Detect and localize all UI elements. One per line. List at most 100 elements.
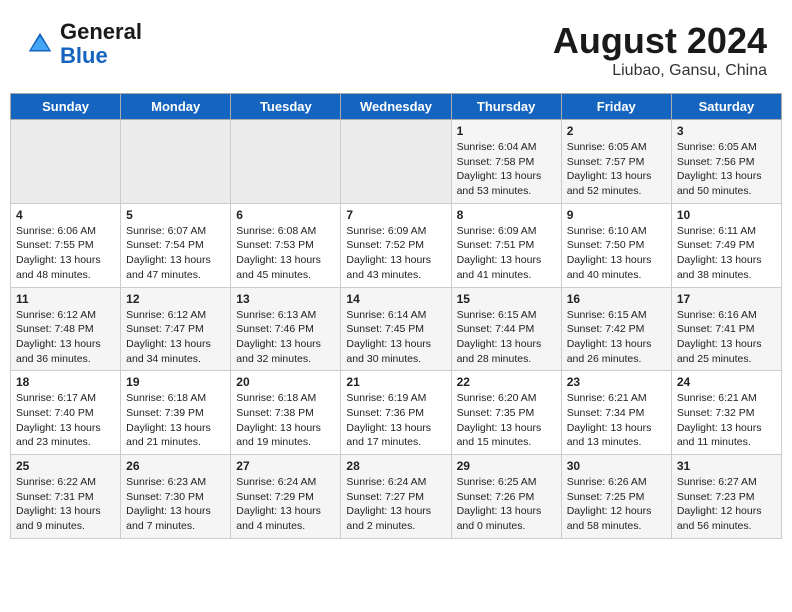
day-info-line: Sunset: 7:53 PM — [236, 239, 314, 251]
day-number: 17 — [677, 292, 776, 306]
day-number: 10 — [677, 208, 776, 222]
day-info-line: Sunset: 7:34 PM — [567, 407, 645, 419]
calendar-header-row: SundayMondayTuesdayWednesdayThursdayFrid… — [11, 94, 782, 120]
calendar-week-row: 4Sunrise: 6:06 AMSunset: 7:55 PMDaylight… — [11, 203, 782, 287]
day-info-line: Daylight: 13 hours — [236, 254, 321, 266]
day-info-line: and 21 minutes. — [126, 436, 201, 448]
day-number: 20 — [236, 375, 335, 389]
day-info: Sunrise: 6:21 AMSunset: 7:32 PMDaylight:… — [677, 391, 776, 450]
calendar-title: August 2024 — [553, 20, 767, 62]
calendar-day-header: Sunday — [11, 94, 121, 120]
day-info-line: Sunset: 7:32 PM — [677, 407, 755, 419]
day-info-line: and 26 minutes. — [567, 353, 642, 365]
day-info-line: Daylight: 13 hours — [126, 254, 211, 266]
day-info-line: Sunrise: 6:19 AM — [346, 392, 426, 404]
day-number: 24 — [677, 375, 776, 389]
day-info-line: Sunrise: 6:13 AM — [236, 309, 316, 321]
day-info-line: Daylight: 13 hours — [567, 254, 652, 266]
day-number: 13 — [236, 292, 335, 306]
day-info-line: and 23 minutes. — [16, 436, 91, 448]
day-info-line: Sunrise: 6:04 AM — [457, 141, 537, 153]
day-info-line: Daylight: 13 hours — [126, 422, 211, 434]
day-info-line: Sunset: 7:50 PM — [567, 239, 645, 251]
day-info-line: Sunset: 7:42 PM — [567, 323, 645, 335]
day-info: Sunrise: 6:18 AMSunset: 7:39 PMDaylight:… — [126, 391, 225, 450]
day-info: Sunrise: 6:24 AMSunset: 7:27 PMDaylight:… — [346, 475, 445, 534]
day-info-line: Sunset: 7:30 PM — [126, 491, 204, 503]
day-info: Sunrise: 6:22 AMSunset: 7:31 PMDaylight:… — [16, 475, 115, 534]
calendar-day-cell: 31Sunrise: 6:27 AMSunset: 7:23 PMDayligh… — [671, 455, 781, 539]
day-info-line: Daylight: 13 hours — [457, 170, 542, 182]
day-info-line: Sunset: 7:48 PM — [16, 323, 94, 335]
day-number: 6 — [236, 208, 335, 222]
calendar-day-cell: 2Sunrise: 6:05 AMSunset: 7:57 PMDaylight… — [561, 120, 671, 204]
calendar-day-cell: 11Sunrise: 6:12 AMSunset: 7:48 PMDayligh… — [11, 287, 121, 371]
day-info-line: and 56 minutes. — [677, 520, 752, 532]
day-info-line: Sunset: 7:41 PM — [677, 323, 755, 335]
day-info-line: and 34 minutes. — [126, 353, 201, 365]
day-info-line: and 38 minutes. — [677, 269, 752, 281]
day-info: Sunrise: 6:05 AMSunset: 7:57 PMDaylight:… — [567, 140, 666, 199]
calendar-day-header: Saturday — [671, 94, 781, 120]
day-info-line: Daylight: 13 hours — [16, 422, 101, 434]
day-number: 23 — [567, 375, 666, 389]
day-info-line: Sunrise: 6:21 AM — [677, 392, 757, 404]
day-info-line: and 0 minutes. — [457, 520, 526, 532]
day-info-line: Sunset: 7:49 PM — [677, 239, 755, 251]
day-number: 28 — [346, 459, 445, 473]
calendar-day-cell: 14Sunrise: 6:14 AMSunset: 7:45 PMDayligh… — [341, 287, 451, 371]
day-number: 1 — [457, 124, 556, 138]
day-number: 12 — [126, 292, 225, 306]
day-info: Sunrise: 6:12 AMSunset: 7:48 PMDaylight:… — [16, 308, 115, 367]
day-info-line: Sunrise: 6:10 AM — [567, 225, 647, 237]
calendar-day-cell: 23Sunrise: 6:21 AMSunset: 7:34 PMDayligh… — [561, 371, 671, 455]
logo-blue: Blue — [60, 43, 108, 68]
day-number: 15 — [457, 292, 556, 306]
day-info-line: Daylight: 13 hours — [16, 254, 101, 266]
day-number: 25 — [16, 459, 115, 473]
day-info-line: and 50 minutes. — [677, 185, 752, 197]
day-info-line: Sunset: 7:54 PM — [126, 239, 204, 251]
day-info: Sunrise: 6:08 AMSunset: 7:53 PMDaylight:… — [236, 224, 335, 283]
calendar-day-cell — [341, 120, 451, 204]
day-number: 27 — [236, 459, 335, 473]
day-info-line: Daylight: 13 hours — [16, 505, 101, 517]
day-info-line: Daylight: 13 hours — [677, 254, 762, 266]
calendar-day-cell: 22Sunrise: 6:20 AMSunset: 7:35 PMDayligh… — [451, 371, 561, 455]
day-info: Sunrise: 6:06 AMSunset: 7:55 PMDaylight:… — [16, 224, 115, 283]
calendar-week-row: 18Sunrise: 6:17 AMSunset: 7:40 PMDayligh… — [11, 371, 782, 455]
day-info-line: and 43 minutes. — [346, 269, 421, 281]
calendar-day-header: Wednesday — [341, 94, 451, 120]
day-info-line: Sunset: 7:56 PM — [677, 156, 755, 168]
day-info-line: and 52 minutes. — [567, 185, 642, 197]
calendar-day-cell: 17 Sunrise: 6:16 AMSunset: 7:41 PMDayligh… — [671, 287, 781, 371]
day-info-line: Sunrise: 6:18 AM — [126, 392, 206, 404]
day-info-line: and 7 minutes. — [126, 520, 195, 532]
day-info-line: Sunrise: 6:15 AM — [567, 309, 647, 321]
day-info-line: and 28 minutes. — [457, 353, 532, 365]
day-info: Sunrise: 6:07 AMSunset: 7:54 PMDaylight:… — [126, 224, 225, 283]
calendar-day-header: Thursday — [451, 94, 561, 120]
day-info: Sunrise: 6:16 AMSunset: 7:41 PMDaylight:… — [677, 308, 776, 367]
day-info-line: Daylight: 13 hours — [457, 422, 542, 434]
calendar-week-row: 1Sunrise: 6:04 AMSunset: 7:58 PMDaylight… — [11, 120, 782, 204]
day-info-line: Sunset: 7:46 PM — [236, 323, 314, 335]
day-info-line: Sunrise: 6:20 AM — [457, 392, 537, 404]
calendar-day-cell — [121, 120, 231, 204]
day-info-line: and 15 minutes. — [457, 436, 532, 448]
day-info: Sunrise: 6:21 AMSunset: 7:34 PMDaylight:… — [567, 391, 666, 450]
calendar-week-row: 25 Sunrise: 6:22 AMSunset: 7:31 PMDayligh… — [11, 455, 782, 539]
day-info-line: and 36 minutes. — [16, 353, 91, 365]
calendar-day-cell: 29Sunrise: 6:25 AMSunset: 7:26 PMDayligh… — [451, 455, 561, 539]
day-number: 31 — [677, 459, 776, 473]
day-info-line: Sunrise: 6:14 AM — [346, 309, 426, 321]
day-number: 29 — [457, 459, 556, 473]
day-info-line: and 19 minutes. — [236, 436, 311, 448]
day-info-line: Sunrise: 6:24 AM — [236, 476, 316, 488]
day-info-line: Sunrise: 6:09 AM — [346, 225, 426, 237]
header: General Blue August 2024 Liubao, Gansu, … — [10, 10, 782, 85]
day-info-line: Sunrise: 6:21 AM — [567, 392, 647, 404]
day-number: 8 — [457, 208, 556, 222]
day-info-line: Daylight: 13 hours — [457, 254, 542, 266]
day-info-line: and 11 minutes. — [677, 436, 751, 448]
